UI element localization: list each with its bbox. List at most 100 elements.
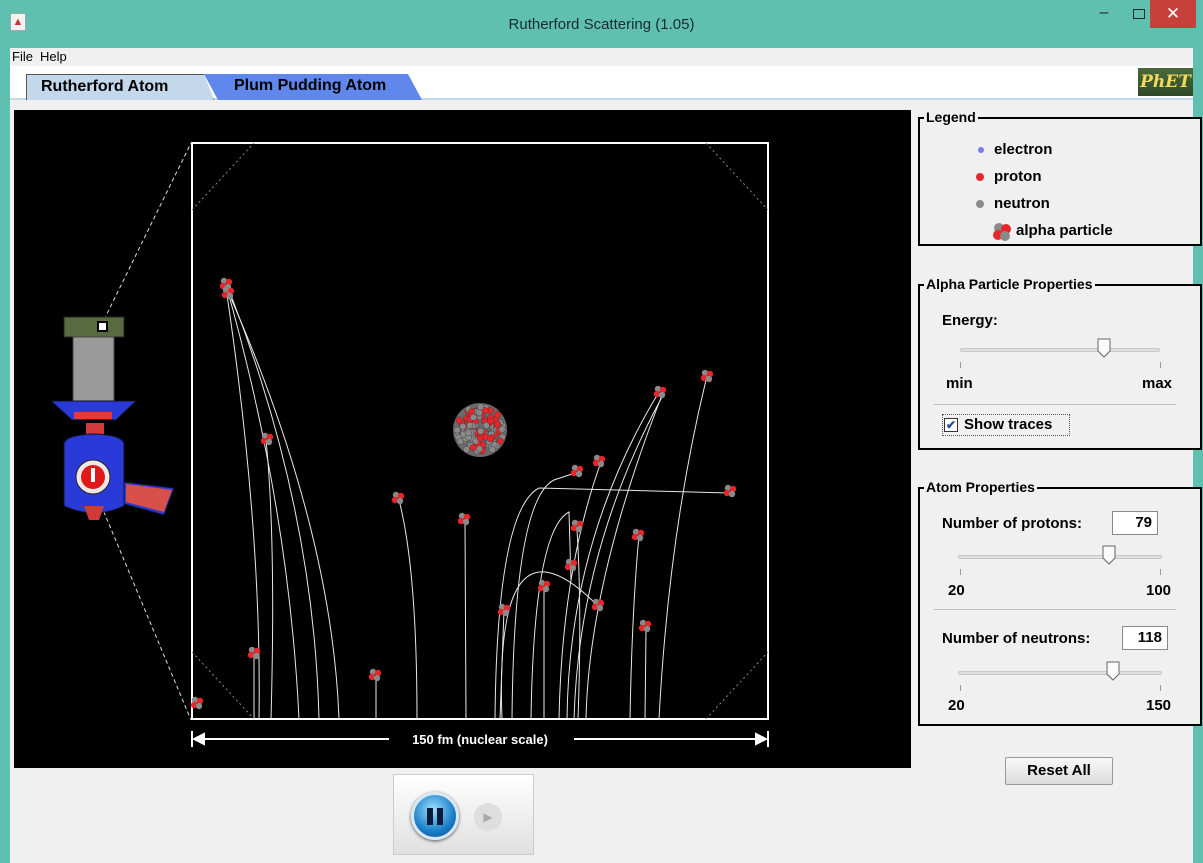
electron-icon [978,147,984,153]
window-title: Rutherford Scattering (1.05) [508,16,695,33]
neutrons-input[interactable]: 118 [1122,626,1168,650]
tab-strip: Plum Pudding Atom Rutherford Atom PhET [10,66,1193,101]
trace [585,389,665,720]
simulation-canvas: 150 fm (nuclear scale) [14,110,911,768]
alpha-particle [190,696,204,710]
menu-file[interactable]: File [12,49,33,64]
alpha-particle [368,668,382,682]
neutrons-slider-track[interactable] [958,671,1162,675]
energy-min-label: min [946,375,973,392]
reset-all-button[interactable]: Reset All [1005,757,1113,785]
alpha-particle [631,528,645,542]
alpha-particle [723,484,737,498]
alpha-traces [225,287,730,720]
legend-label: electron [994,141,1053,158]
neutrons-label: Number of neutrons: [942,630,1091,647]
menu-bar: File Help [10,48,1193,66]
trace [229,295,340,720]
show-traces-checkbox[interactable]: ✔ [944,418,958,432]
panel-separator [934,609,1176,610]
step-button[interactable]: ▶ [474,803,502,831]
energy-tick-min [960,362,961,368]
protons-tick-max [1160,569,1161,575]
alpha-particle [653,385,667,399]
zoom-line-bottom [100,504,192,721]
legend-alpha-particle: alpha particle [993,222,1113,241]
clock-control-panel: ▶ [393,774,534,855]
legend-label: proton [994,168,1042,185]
alpha-particle [570,519,584,533]
minimize-button[interactable]: – [1088,0,1120,30]
legend-title: Legend [924,109,978,125]
legend-label: alpha particle [1016,222,1113,239]
alpha-properties-title: Alpha Particle Properties [924,276,1095,292]
zoom-line-top [100,142,192,327]
alpha-particle [638,619,652,633]
trace [530,511,572,720]
proton-icon [976,173,984,181]
gold-nucleus [453,403,507,457]
trace [227,291,300,720]
energy-tick-max [1160,362,1161,368]
alpha-particle-icon [993,223,1011,241]
protons-max-label: 100 [1146,582,1172,599]
trace [658,375,708,720]
octagon-corner-br [705,651,769,720]
alpha-particle [537,579,551,593]
title-bar: ▲ Rutherford Scattering (1.05) – ✕ [0,0,1203,48]
alpha-particle [247,646,261,660]
neutrons-tick-min [960,685,961,691]
alpha-particle [391,491,405,505]
atom-properties-panel: Atom Properties Number of protons: 79 20… [918,479,1202,726]
alpha-particle [592,454,606,468]
trace [494,487,730,720]
energy-slider-thumb[interactable] [1097,338,1111,358]
protons-tick-min [960,569,961,575]
trace [464,519,467,720]
trace [558,461,602,720]
pause-button[interactable] [411,792,459,840]
tab-plum-pudding-atom[interactable]: Plum Pudding Atom [204,74,422,100]
octagon-corner-bl [191,651,255,720]
neutrons-tick-max [1160,685,1161,691]
protons-input[interactable]: 79 [1112,511,1158,535]
neutrons-slider-thumb[interactable] [1106,661,1120,681]
atom-properties-title: Atom Properties [924,479,1037,495]
energy-max-label: max [1142,375,1173,392]
alpha-particle [260,432,274,446]
close-button[interactable]: ✕ [1150,0,1196,28]
menu-help[interactable]: Help [40,49,67,64]
octagon-corner-tr [705,142,769,211]
legend-panel: Legend electron proton neutron alpha par… [918,109,1202,246]
phet-logo: PhET [1138,68,1193,96]
alpha-particle-gun[interactable] [49,316,175,520]
energy-slider-track[interactable] [960,348,1160,352]
alpha-particle [457,512,471,526]
show-traces-label[interactable]: Show traces [964,416,1052,433]
neutrons-min-label: 20 [948,697,965,714]
neutrons-max-label: 150 [1146,697,1172,714]
legend-electron: electron [978,141,1053,158]
scale-label: 150 fm (nuclear scale) [412,732,548,747]
simulation-scene: 150 fm (nuclear scale) [49,142,769,747]
trace [576,529,581,720]
trace [629,534,640,720]
trace [398,499,418,720]
alpha-particle [591,598,605,612]
alpha-particle [570,464,584,478]
panel-separator [934,404,1176,405]
legend-neutron: neutron [976,195,1050,212]
alpha-particle-properties-panel: Alpha Particle Properties Energy: min ma… [918,276,1202,450]
neutron-icon [976,200,984,208]
energy-label: Energy: [942,312,998,329]
octagon-corner-tl [191,142,255,211]
protons-label: Number of protons: [942,515,1082,532]
trace [644,629,647,720]
protons-slider-thumb[interactable] [1102,545,1116,565]
trace [500,571,600,720]
trace [573,396,663,720]
protons-slider-track[interactable] [958,555,1162,559]
protons-min-label: 20 [948,582,965,599]
app-window: ▲ Rutherford Scattering (1.05) – ✕ File … [0,0,1203,863]
tab-rutherford-atom[interactable]: Rutherford Atom [26,74,214,100]
